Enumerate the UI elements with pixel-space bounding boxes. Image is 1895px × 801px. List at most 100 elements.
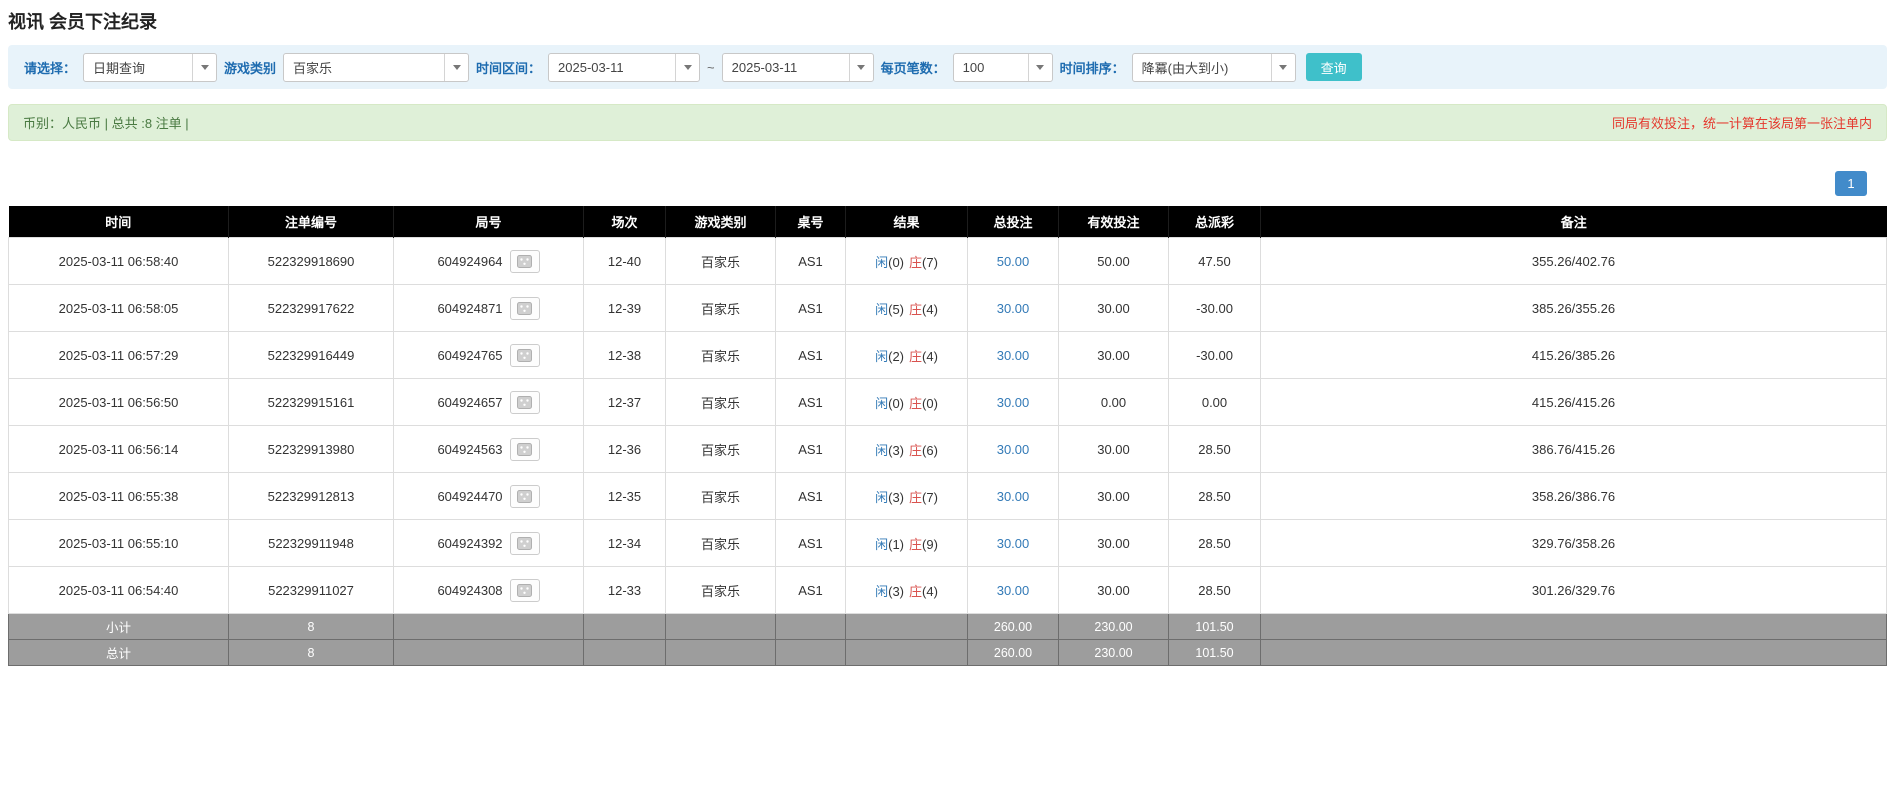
dice-icon: [517, 536, 533, 550]
column-header: 游戏类别: [665, 206, 776, 238]
query-type-select[interactable]: 日期查询: [83, 52, 218, 82]
cell-empty: [775, 639, 846, 666]
cell-game-type: 百家乐: [665, 566, 776, 614]
cell-bet-number: 522329913980: [228, 425, 394, 473]
replay-button[interactable]: [509, 296, 540, 320]
round-number: 604924657: [437, 394, 503, 410]
cell-note: 301.26/329.76: [1260, 566, 1887, 614]
cell-empty: [393, 613, 584, 640]
cell-summary-payout: 101.50: [1168, 613, 1261, 640]
result-player-score: (3): [888, 489, 904, 505]
page-size-select[interactable]: 100: [952, 52, 1053, 82]
cell-game-type: 百家乐: [665, 378, 776, 426]
dice-icon: [517, 442, 533, 456]
cell-total-bet: 30.00: [967, 519, 1059, 567]
table-row: 2025-03-11 06:56:50 522329915161 6049246…: [8, 378, 1887, 426]
result-banker-label: 庄: [909, 348, 923, 364]
cell-summary-label: 总计: [8, 639, 229, 666]
column-header: 注单编号: [228, 206, 394, 238]
cell-summary-payout: 101.50: [1168, 639, 1261, 666]
replay-button[interactable]: [509, 484, 540, 508]
cell-round-number: 604924964: [393, 237, 584, 285]
result-banker-label: 庄: [909, 395, 923, 411]
result-player-score: (3): [888, 442, 904, 458]
chevron-down-icon[interactable]: [1270, 53, 1295, 81]
filter-bar: 请选择： 日期查询 游戏类别 百家乐 时间区间： 2025-03-11 ~ 20…: [8, 45, 1887, 89]
cell-summary-count: 8: [228, 613, 394, 640]
total-bet-link[interactable]: 30.00: [997, 536, 1030, 551]
cell-total-bet: 30.00: [967, 378, 1059, 426]
cell-round-number: 604924871: [393, 284, 584, 332]
result-banker-score: (0): [922, 395, 938, 411]
cell-table-number: AS1: [775, 237, 846, 285]
result-banker-score: (9): [922, 536, 938, 552]
cell-result: 闲(0) 庄(0): [845, 378, 968, 426]
total-bet-link[interactable]: 30.00: [997, 348, 1030, 363]
records-table: 时间 注单编号 局号 场次 游戏类别 桌号 结果 总投注 有效投注 总派彩 备注 2025-03-1…: [8, 206, 1887, 666]
result-player-score: (0): [888, 395, 904, 411]
game-type-label: 游戏类别: [224, 60, 277, 76]
column-header: 局号: [393, 206, 584, 238]
chevron-down-icon[interactable]: [1027, 53, 1052, 81]
chevron-down-icon[interactable]: [675, 53, 700, 81]
search-button[interactable]: 查询: [1305, 53, 1362, 81]
cell-payout: -30.00: [1168, 331, 1261, 379]
summary-bar: 币别：人民币 | 总共 :8 注单 | 同局有效投注，统一计算在该局第一张注单内: [8, 104, 1887, 141]
cell-time: 2025-03-11 06:55:38: [8, 472, 229, 520]
replay-button[interactable]: [509, 437, 540, 461]
cell-game-type: 百家乐: [665, 284, 776, 332]
total-bet-link[interactable]: 50.00: [997, 254, 1030, 269]
cell-result: 闲(3) 庄(4): [845, 566, 968, 614]
cell-result: 闲(3) 庄(6): [845, 425, 968, 473]
column-header: 备注: [1260, 206, 1887, 238]
cell-result: 闲(1) 庄(9): [845, 519, 968, 567]
column-header: 有效投注: [1058, 206, 1169, 238]
cell-game-type: 百家乐: [665, 425, 776, 473]
total-bet-link[interactable]: 30.00: [997, 442, 1030, 457]
date-to-select[interactable]: 2025-03-11: [721, 52, 874, 82]
replay-button[interactable]: [509, 578, 540, 602]
table-row: 2025-03-11 06:58:05 522329917622 6049248…: [8, 284, 1887, 332]
column-header: 总投注: [967, 206, 1059, 238]
result-banker-label: 庄: [909, 583, 923, 599]
cell-table-number: AS1: [775, 425, 846, 473]
replay-button[interactable]: [509, 249, 540, 273]
chevron-down-icon[interactable]: [192, 53, 217, 81]
cell-total-bet: 30.00: [967, 284, 1059, 332]
cell-time: 2025-03-11 06:56:50: [8, 378, 229, 426]
cell-round-number: 604924563: [393, 425, 584, 473]
round-number: 604924392: [437, 535, 503, 551]
cell-table-number: AS1: [775, 284, 846, 332]
dice-icon: [517, 348, 533, 362]
cell-empty: [665, 639, 776, 666]
total-bet-link[interactable]: 30.00: [997, 489, 1030, 504]
total-bet-link[interactable]: 30.00: [997, 583, 1030, 598]
replay-button[interactable]: [509, 531, 540, 555]
cell-valid-bet: 30.00: [1058, 566, 1169, 614]
page-1-button[interactable]: 1: [1835, 171, 1867, 196]
replay-button[interactable]: [509, 390, 540, 414]
cell-summary-valid-bet: 230.00: [1058, 613, 1169, 640]
cell-valid-bet: 0.00: [1058, 378, 1169, 426]
cell-note: 358.26/386.76: [1260, 472, 1887, 520]
total-bet-link[interactable]: 30.00: [997, 395, 1030, 410]
total-bet-link[interactable]: 30.00: [997, 301, 1030, 316]
cell-game-type: 百家乐: [665, 519, 776, 567]
cell-empty: [845, 613, 968, 640]
result-player-label: 闲: [875, 254, 889, 270]
sort-select[interactable]: 降冪(由大到小): [1131, 52, 1296, 82]
date-from-select[interactable]: 2025-03-11: [548, 52, 701, 82]
cell-session: 12-38: [583, 331, 666, 379]
result-banker-score: (6): [922, 442, 938, 458]
result-player-label: 闲: [875, 489, 889, 505]
chevron-down-icon[interactable]: [444, 53, 469, 81]
replay-button[interactable]: [509, 343, 540, 367]
sort-value: 降冪(由大到小): [1141, 60, 1229, 76]
grandtotal-row: 总计 8 260.00 230.00 101.50: [8, 639, 1887, 666]
game-type-select[interactable]: 百家乐: [283, 52, 470, 82]
column-header: 结果: [845, 206, 968, 238]
round-number: 604924765: [437, 347, 503, 363]
chevron-down-icon[interactable]: [848, 53, 873, 81]
result-player-label: 闲: [875, 395, 889, 411]
cell-session: 12-35: [583, 472, 666, 520]
